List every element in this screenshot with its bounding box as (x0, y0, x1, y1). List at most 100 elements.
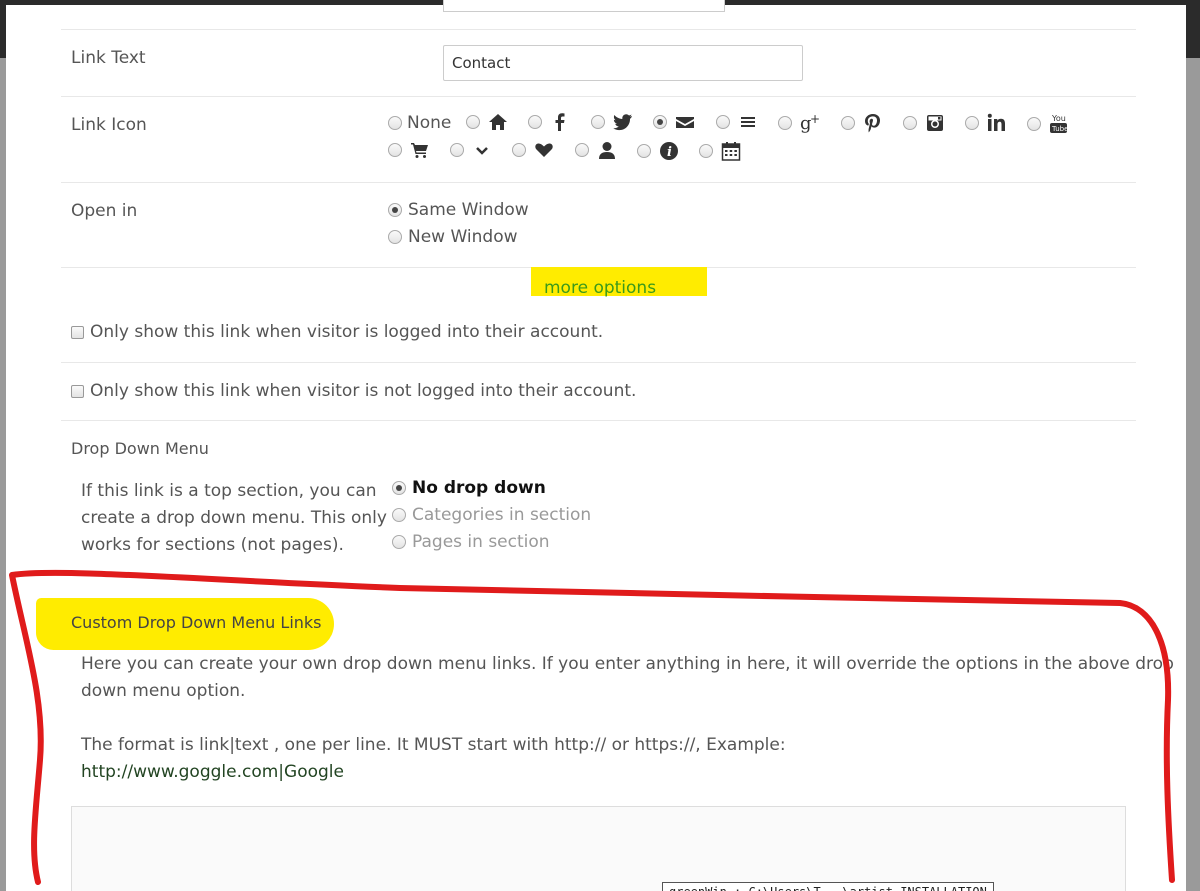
pages-label: Pages in section (412, 532, 550, 552)
icon-option-chevron[interactable] (450, 141, 492, 159)
open-same-window-option[interactable]: Same Window (388, 200, 529, 220)
icon-option-linkedin[interactable] (965, 113, 1009, 133)
icon-pinterest-radio[interactable] (841, 116, 855, 130)
icon-twitter-radio[interactable] (591, 115, 605, 129)
icon-option-envelope[interactable] (653, 113, 695, 131)
more-options-link[interactable]: more options (544, 278, 656, 298)
calendar-icon (721, 142, 741, 161)
heart-icon (535, 143, 553, 157)
google-plus-icon: g+ (800, 113, 820, 133)
svg-text:+: + (810, 113, 820, 126)
pages-option[interactable]: Pages in section (392, 532, 550, 552)
logged-in-checkbox[interactable] (71, 325, 84, 339)
logged-in-label: Only show this link when visitor is logg… (90, 322, 604, 342)
icon-envelope-radio[interactable] (653, 115, 667, 129)
icon-facebook-radio[interactable] (528, 115, 542, 129)
icon-option-calendar[interactable] (699, 141, 741, 161)
custom-links-label: Custom Drop Down Menu Links (71, 613, 322, 632)
custom-links-textarea[interactable] (71, 806, 1126, 891)
cart-icon (411, 143, 428, 158)
linkedin-icon (987, 113, 1005, 131)
open-in-row: Open in Same Window New Window (61, 183, 1136, 268)
icon-option-google-plus[interactable]: g + (778, 113, 822, 133)
twitter-icon (613, 114, 632, 131)
icon-option-info[interactable]: i (637, 141, 679, 161)
icon-youtube-radio[interactable] (1027, 117, 1041, 131)
facebook-icon (555, 113, 565, 131)
icon-heart-radio[interactable] (512, 143, 526, 157)
no-drop-down-radio[interactable] (392, 481, 406, 495)
link-text-label: Link Text (71, 48, 146, 68)
user-icon (599, 142, 615, 159)
icon-info-radio[interactable] (637, 144, 651, 158)
icon-none-radio[interactable] (388, 116, 402, 130)
no-drop-down-label: No drop down (412, 478, 546, 498)
new-window-label: New Window (408, 227, 518, 247)
not-logged-in-label: Only show this link when visitor is not … (90, 381, 637, 401)
icon-option-heart[interactable] (512, 141, 554, 159)
logged-in-option[interactable]: Only show this link when visitor is logg… (71, 322, 603, 342)
custom-links-example: http://www.goggle.com|Google (81, 762, 344, 782)
svg-text:i: i (667, 145, 672, 160)
pinterest-icon (865, 114, 880, 133)
new-window-radio[interactable] (388, 230, 402, 244)
drop-down-help-line: If this link is a top section, you can (81, 481, 377, 501)
categories-option[interactable]: Categories in section (392, 505, 591, 525)
icon-calendar-radio[interactable] (699, 144, 713, 158)
chevron-down-icon (476, 147, 488, 155)
same-window-label: Same Window (408, 200, 529, 220)
icon-option-none[interactable]: None (388, 113, 451, 133)
not-logged-in-checkbox[interactable] (71, 384, 84, 398)
drop-down-help-line: create a drop down menu. This only (81, 508, 387, 528)
icon-chevron-radio[interactable] (450, 143, 464, 157)
youtube-icon: You Tube (1050, 114, 1068, 133)
no-drop-down-option[interactable]: No drop down (392, 478, 546, 498)
edit-link-modal: Link Text Link Icon None (6, 0, 1186, 891)
file-path-tooltip: greenWin : C:\Users\T...\artist_INSTALLA… (662, 882, 994, 891)
instagram-icon (927, 115, 943, 131)
pages-radio[interactable] (392, 535, 406, 549)
same-window-radio[interactable] (388, 203, 402, 217)
info-icon: i (660, 142, 678, 160)
icon-option-instagram[interactable] (903, 113, 945, 133)
previous-input[interactable] (443, 0, 725, 12)
home-icon (489, 114, 507, 130)
not-logged-in-row: Only show this link when visitor is not … (61, 363, 1136, 421)
link-text-row: Link Text (61, 30, 1136, 97)
custom-links-description: Here you can create your own drop down m… (81, 651, 1174, 786)
icon-option-pinterest[interactable] (841, 113, 883, 133)
icon-bars-radio[interactable] (716, 115, 730, 129)
icon-option-home[interactable] (466, 113, 508, 131)
icon-option-facebook[interactable] (528, 113, 570, 131)
open-new-window-option[interactable]: New Window (388, 227, 518, 247)
categories-radio[interactable] (392, 508, 406, 522)
icon-none-label: None (407, 113, 452, 133)
bars-icon (741, 117, 755, 127)
icon-option-bars[interactable] (716, 113, 758, 131)
open-in-label: Open in (71, 201, 138, 221)
icon-instagram-radio[interactable] (903, 116, 917, 130)
logged-in-row: Only show this link when visitor is logg… (61, 300, 1136, 363)
svg-text:Tube: Tube (1051, 125, 1068, 133)
categories-label: Categories in section (412, 505, 592, 525)
link-text-input[interactable] (443, 45, 803, 81)
svg-text:You: You (1051, 114, 1066, 123)
icon-home-radio[interactable] (466, 115, 480, 129)
icon-googleplus-radio[interactable] (778, 116, 792, 130)
icon-cart-radio[interactable] (388, 143, 402, 157)
custom-links-desc-line: Here you can create your own drop down m… (81, 654, 1174, 674)
custom-links-format: The format is link|text , one per line. … (81, 735, 786, 755)
icon-linkedin-radio[interactable] (965, 116, 979, 130)
link-icon-label: Link Icon (71, 115, 147, 135)
icon-user-radio[interactable] (575, 143, 589, 157)
custom-links-desc-line: down menu option. (81, 681, 246, 701)
not-logged-in-option[interactable]: Only show this link when visitor is not … (71, 381, 636, 401)
icon-option-user[interactable] (575, 141, 617, 159)
drop-down-help: If this link is a top section, you can c… (81, 478, 387, 559)
envelope-icon (676, 117, 694, 128)
icon-option-youtube[interactable]: You Tube (1027, 113, 1069, 135)
drop-down-help-line: works for sections (not pages). (81, 535, 344, 555)
icon-option-twitter[interactable] (591, 113, 633, 131)
icon-option-cart[interactable] (388, 141, 430, 159)
previous-field-row (61, 0, 1136, 30)
